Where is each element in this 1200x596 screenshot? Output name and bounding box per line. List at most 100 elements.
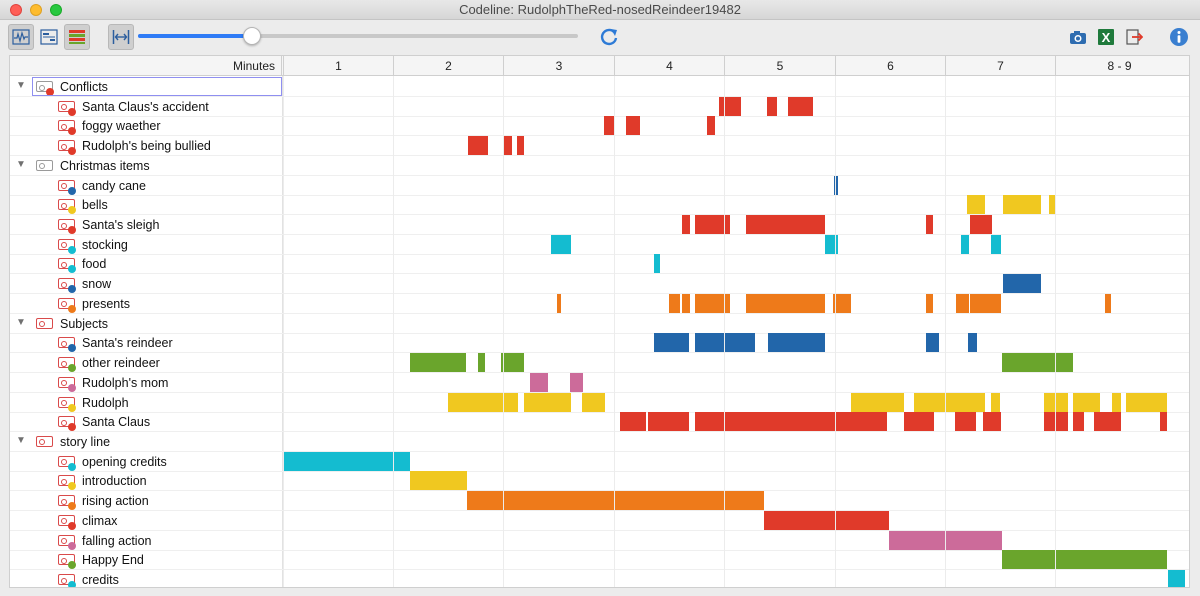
code-row[interactable]: other reindeer — [10, 353, 1189, 374]
expand-triangle-icon[interactable]: ▼ — [16, 435, 26, 446]
code-row[interactable]: Santa Claus's accident — [10, 96, 1189, 117]
coded-segment[interactable] — [914, 392, 985, 412]
zoom-slider-thumb[interactable] — [243, 27, 262, 45]
coded-segment[interactable] — [1112, 392, 1121, 412]
coded-segment[interactable] — [788, 96, 813, 116]
code-row[interactable]: food — [10, 254, 1189, 275]
coded-segment[interactable] — [764, 510, 889, 530]
coded-segment[interactable] — [926, 293, 933, 313]
coded-segment[interactable] — [517, 136, 524, 156]
coded-segment[interactable] — [648, 412, 689, 432]
coded-segment[interactable] — [926, 215, 933, 235]
coded-segment[interactable] — [1126, 392, 1167, 412]
coded-segment[interactable] — [956, 293, 969, 313]
coded-segment[interactable] — [1003, 195, 1041, 215]
coded-segment[interactable] — [283, 451, 410, 471]
info-button[interactable] — [1166, 24, 1192, 50]
coded-segment[interactable] — [1168, 570, 1185, 587]
coded-segment[interactable] — [1160, 412, 1167, 432]
export-button[interactable] — [1121, 24, 1147, 50]
coded-segment[interactable] — [719, 96, 741, 116]
coded-segment[interactable] — [1094, 412, 1121, 432]
code-row[interactable]: Santa's sleigh — [10, 215, 1189, 236]
code-row[interactable]: Rudolph's mom — [10, 372, 1189, 393]
coded-segment[interactable] — [767, 96, 777, 116]
coded-segment[interactable] — [926, 333, 939, 353]
coded-segment[interactable] — [570, 372, 583, 392]
coded-segment[interactable] — [682, 293, 690, 313]
view-list-button[interactable] — [36, 24, 62, 50]
coded-segment[interactable] — [970, 293, 1001, 313]
coded-segment[interactable] — [582, 392, 605, 412]
code-row[interactable]: snow — [10, 274, 1189, 295]
coded-segment[interactable] — [501, 353, 524, 373]
coded-segment[interactable] — [991, 234, 1001, 254]
coded-segment[interactable] — [654, 254, 660, 274]
code-group-row[interactable]: ▼ Christmas items — [10, 156, 1189, 176]
coded-segment[interactable] — [746, 215, 825, 235]
coded-segment[interactable] — [503, 136, 512, 156]
coded-segment[interactable] — [551, 234, 571, 254]
coded-segment[interactable] — [983, 412, 1001, 432]
view-colors-button[interactable] — [64, 24, 90, 50]
coded-segment[interactable] — [746, 293, 825, 313]
screenshot-button[interactable] — [1065, 24, 1091, 50]
coded-segment[interactable] — [967, 195, 985, 215]
fit-width-button[interactable] — [108, 24, 134, 50]
expand-triangle-icon[interactable]: ▼ — [16, 80, 26, 91]
expand-triangle-icon[interactable]: ▼ — [16, 317, 26, 328]
coded-segment[interactable] — [707, 116, 715, 136]
coded-segment[interactable] — [1073, 412, 1084, 432]
view-waveform-button[interactable] — [8, 24, 34, 50]
export-excel-button[interactable]: X — [1093, 24, 1119, 50]
coded-segment[interactable] — [851, 392, 904, 412]
coded-segment[interactable] — [1002, 353, 1073, 373]
coded-segment[interactable] — [904, 412, 934, 432]
coded-segment[interactable] — [530, 372, 548, 392]
code-row[interactable]: falling action — [10, 530, 1189, 551]
code-row[interactable]: bells — [10, 195, 1189, 216]
code-row[interactable]: foggy waether — [10, 116, 1189, 137]
coded-segment[interactable] — [955, 412, 976, 432]
code-row[interactable]: introduction — [10, 471, 1189, 492]
coded-segment[interactable] — [410, 353, 466, 373]
coded-segment[interactable] — [682, 215, 690, 235]
refresh-button[interactable] — [596, 24, 622, 50]
code-row[interactable]: Santa's reindeer — [10, 333, 1189, 354]
coded-segment[interactable] — [604, 116, 614, 136]
coded-segment[interactable] — [1073, 392, 1100, 412]
code-row[interactable]: opening credits — [10, 451, 1189, 472]
code-row[interactable]: stocking — [10, 234, 1189, 255]
coded-segment[interactable] — [970, 215, 992, 235]
code-row[interactable]: Rudolph — [10, 392, 1189, 413]
code-row[interactable]: Rudolph's being bullied — [10, 136, 1189, 157]
coded-segment[interactable] — [768, 333, 825, 353]
code-row[interactable]: Santa Claus — [10, 412, 1189, 433]
code-row[interactable]: credits — [10, 570, 1189, 587]
coded-segment[interactable] — [1044, 392, 1068, 412]
expand-triangle-icon[interactable]: ▼ — [16, 159, 26, 170]
zoom-slider[interactable] — [138, 27, 578, 45]
coded-segment[interactable] — [626, 116, 640, 136]
coded-segment[interactable] — [448, 392, 518, 412]
code-group-row[interactable]: ▼ story line — [10, 432, 1189, 452]
code-row[interactable]: Happy End — [10, 550, 1189, 571]
code-row[interactable]: presents — [10, 293, 1189, 314]
coded-segment[interactable] — [557, 293, 561, 313]
coded-segment[interactable] — [669, 293, 680, 313]
coded-segment[interactable] — [524, 392, 571, 412]
coded-segment[interactable] — [654, 333, 689, 353]
coded-segment[interactable] — [478, 353, 485, 373]
code-row[interactable]: rising action — [10, 491, 1189, 512]
coded-segment[interactable] — [1105, 293, 1111, 313]
coded-segment[interactable] — [968, 333, 977, 353]
coded-segment[interactable] — [961, 234, 969, 254]
code-group-row[interactable]: ▼ Subjects — [10, 314, 1189, 334]
coded-segment[interactable] — [695, 333, 755, 353]
code-row[interactable]: climax — [10, 510, 1189, 531]
coded-segment[interactable] — [620, 412, 646, 432]
coded-segment[interactable] — [991, 392, 1000, 412]
coded-segment[interactable] — [410, 471, 467, 491]
coded-segment[interactable] — [1044, 412, 1068, 432]
coded-segment[interactable] — [467, 491, 764, 511]
